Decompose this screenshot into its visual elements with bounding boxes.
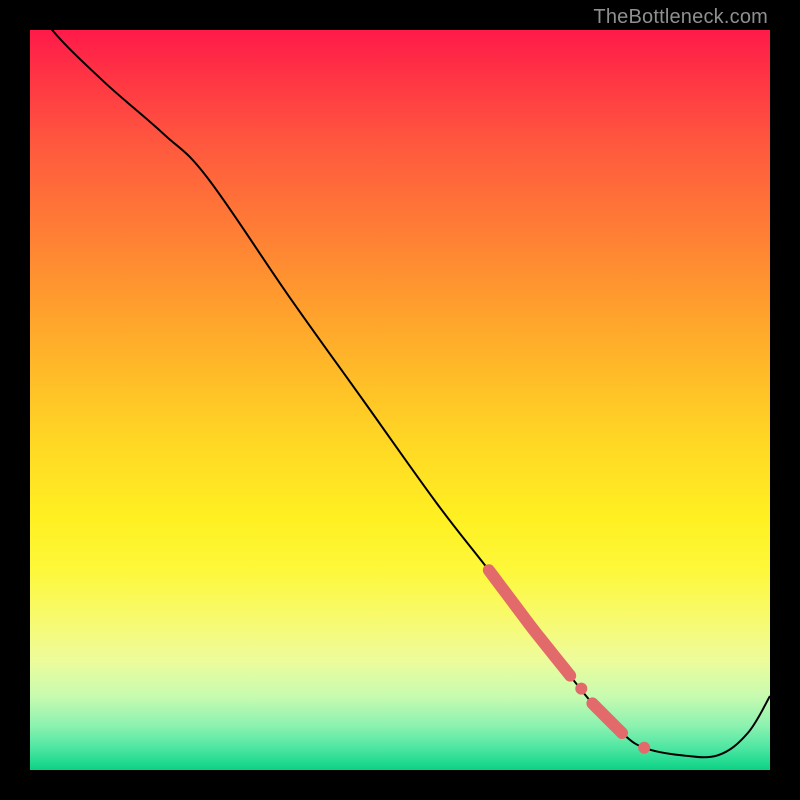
highlight-segment [489, 570, 570, 675]
attribution-watermark: TheBottleneck.com [593, 6, 768, 29]
chart-svg [30, 30, 770, 770]
bottleneck-curve [30, 0, 770, 757]
highlight-segment [592, 703, 622, 733]
highlight-point [575, 683, 587, 695]
chart-container: TheBottleneck.com [0, 0, 800, 800]
highlight-group [489, 570, 650, 754]
highlight-point [638, 742, 650, 754]
